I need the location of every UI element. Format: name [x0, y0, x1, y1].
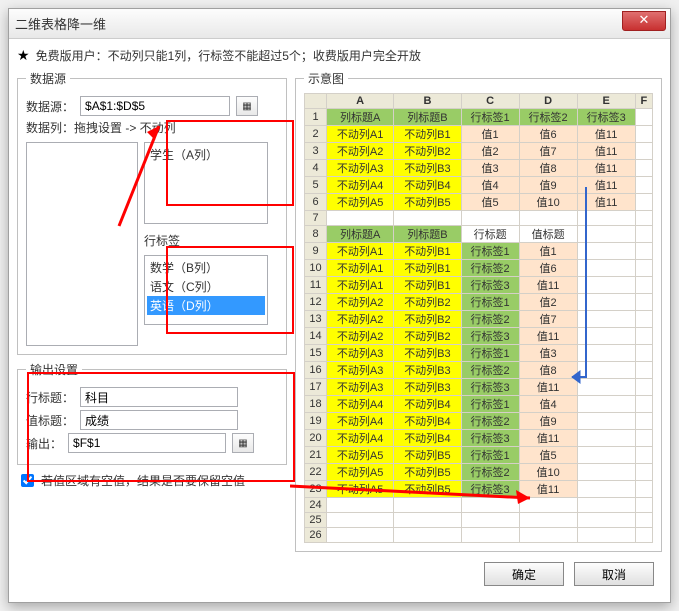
output-settings-panel: 输出设置 行标题： 值标题： 输出： ▦	[17, 361, 287, 465]
notice-text: 免费版用户：不动列只能1列，行标签不能超过5个；收费版用户完全开放	[36, 47, 421, 64]
data-col-help: 数据列：拖拽设置 -> 不动列	[26, 119, 278, 136]
source-columns-listbox[interactable]	[26, 142, 138, 346]
data-source-legend: 数据源	[26, 70, 70, 87]
content: ★ 免费版用户：不动列只能1列，行标签不能超过5个；收费版用户完全开放 数据源 …	[9, 39, 670, 602]
data-source-input[interactable]	[80, 96, 230, 116]
keep-blank-label: 若值区域有空值，结果是否要保留空值	[41, 472, 245, 489]
value-title-label: 值标题：	[26, 412, 74, 429]
window-title: 二维表格降一维	[15, 14, 106, 33]
row-labels-listbox[interactable]: 数学（B列）语文（C列）英语（D列）	[144, 255, 268, 325]
list-item[interactable]: 英语（D列）	[147, 296, 265, 315]
left-column: 数据源 数据源： ▦ 数据列：拖拽设置 -> 不动列 学生（A列） 行标签 数学…	[17, 70, 287, 558]
dialog-window: 二维表格降一维 ✕ ★ 免费版用户：不动列只能1列，行标签不能超过5个；收费版用…	[8, 8, 671, 603]
output-range-picker-icon[interactable]: ▦	[232, 433, 254, 453]
output-label: 输出：	[26, 435, 62, 452]
fixed-columns-listbox[interactable]: 学生（A列）	[144, 142, 268, 224]
output-input[interactable]	[68, 433, 226, 453]
data-source-label: 数据源：	[26, 98, 74, 115]
cancel-button[interactable]: 取消	[574, 562, 654, 586]
output-legend: 输出设置	[26, 361, 82, 378]
notice-row: ★ 免费版用户：不动列只能1列，行标签不能超过5个；收费版用户完全开放	[17, 47, 662, 64]
list-item[interactable]: 语文（C列）	[147, 277, 265, 296]
preview-panel: 示意图 ABCDEF1列标题A列标题B行标签1行标签2行标签32不动列A1不动列…	[295, 70, 662, 552]
star-icon: ★	[17, 47, 30, 64]
data-source-panel: 数据源 数据源： ▦ 数据列：拖拽设置 -> 不动列 学生（A列） 行标签 数学…	[17, 70, 287, 355]
close-button[interactable]: ✕	[622, 11, 666, 31]
ok-button[interactable]: 确定	[484, 562, 564, 586]
keep-blank-checkbox[interactable]	[21, 474, 34, 487]
preview-legend: 示意图	[304, 70, 348, 87]
right-column: 示意图 ABCDEF1列标题A列标题B行标签1行标签2行标签32不动列A1不动列…	[295, 70, 662, 558]
range-picker-icon[interactable]: ▦	[236, 96, 258, 116]
titlebar: 二维表格降一维 ✕	[9, 9, 670, 39]
list-item[interactable]: 数学（B列）	[147, 258, 265, 277]
row-title-label: 行标题：	[26, 389, 74, 406]
list-item[interactable]: 学生（A列）	[147, 145, 265, 164]
blue-arrow-icon	[566, 187, 606, 397]
value-title-input[interactable]	[80, 410, 238, 430]
row-title-input[interactable]	[80, 387, 238, 407]
main-layout: 数据源 数据源： ▦ 数据列：拖拽设置 -> 不动列 学生（A列） 行标签 数学…	[17, 70, 662, 558]
row-label-heading: 行标签	[144, 232, 268, 249]
